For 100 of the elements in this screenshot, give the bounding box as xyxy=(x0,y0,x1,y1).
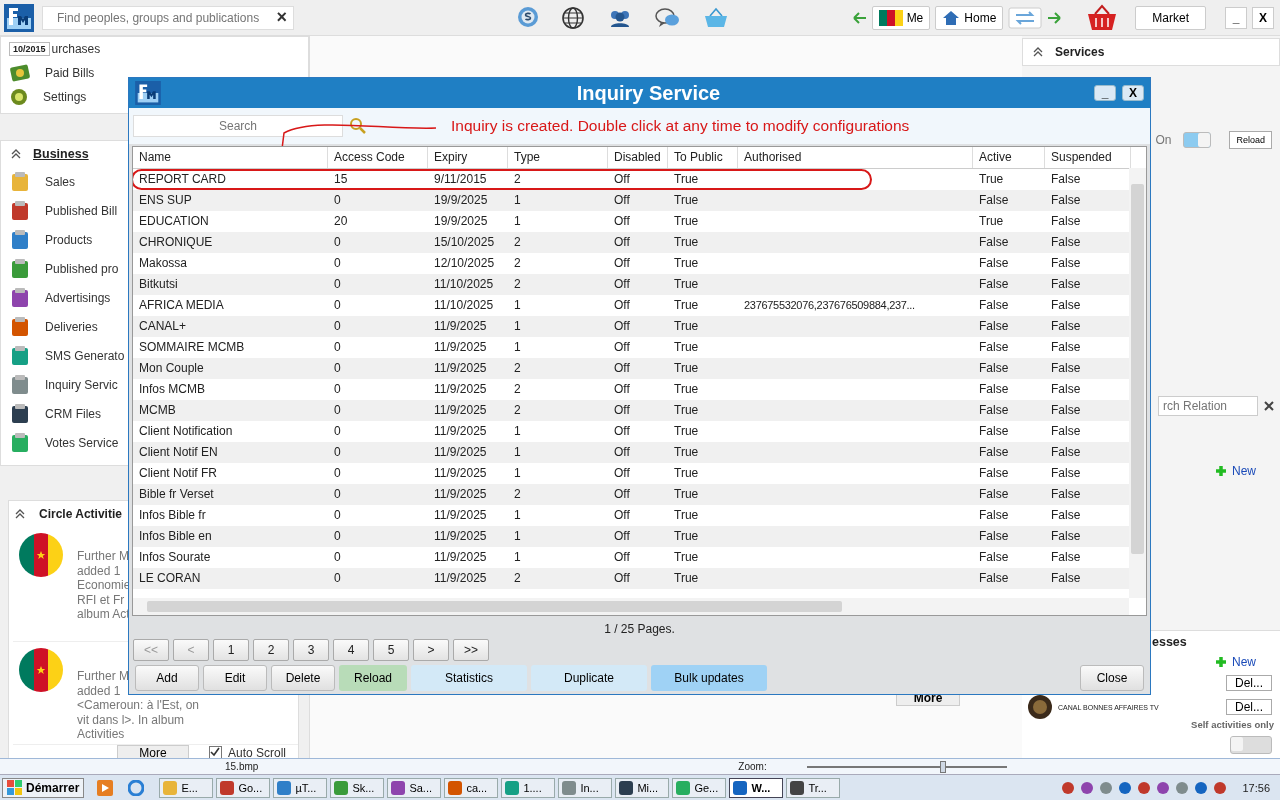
menu-item[interactable]: Published Bill xyxy=(45,203,118,218)
clear-button[interactable]: × xyxy=(276,7,287,28)
column-header[interactable]: Disabled xyxy=(608,147,668,168)
search-field[interactable]: rch Relation xyxy=(1158,396,1258,416)
reload-button[interactable]: Reload xyxy=(1229,131,1272,149)
basket-icon[interactable] xyxy=(703,6,729,29)
tray-icon[interactable] xyxy=(1194,780,1209,795)
menu-item[interactable]: Sales xyxy=(45,174,76,189)
tray-icon[interactable] xyxy=(1156,780,1171,795)
page-button[interactable]: 4 xyxy=(333,639,369,661)
taskbar-button[interactable]: E... xyxy=(159,777,214,798)
minimize-button[interactable]: _ xyxy=(1094,85,1116,101)
tray-icon[interactable] xyxy=(1175,780,1190,795)
profile-button[interactable]: Me xyxy=(871,5,931,30)
search-field[interactable]: Find peoples, groups and publications × xyxy=(42,5,294,30)
page-button[interactable]: 1 xyxy=(213,639,249,661)
action-button[interactable]: Reload xyxy=(339,665,407,691)
column-header[interactable]: Type xyxy=(508,147,608,168)
page-button[interactable]: 5 xyxy=(373,639,409,661)
market-button[interactable]: Market xyxy=(1135,5,1206,30)
tray-icon[interactable] xyxy=(1137,780,1152,795)
tray-icon[interactable] xyxy=(1099,780,1114,795)
page-button[interactable]: >> xyxy=(453,639,489,661)
toggle-switch[interactable] xyxy=(1230,736,1272,754)
menu-item[interactable]: CRM Files xyxy=(45,406,101,421)
menu-item[interactable]: Settings xyxy=(43,90,87,104)
column-header[interactable]: Access Code xyxy=(328,147,428,168)
chat-icon[interactable] xyxy=(655,6,681,29)
clear-icon[interactable] xyxy=(1264,401,1274,411)
close-button[interactable]: X xyxy=(1122,85,1144,101)
basket-icon[interactable] xyxy=(1086,3,1119,32)
remove-button[interactable]: Del... xyxy=(1226,675,1272,691)
new-link[interactable]: New xyxy=(1215,464,1256,478)
column-header[interactable]: Authorised xyxy=(738,147,973,168)
toggle-switch[interactable] xyxy=(1183,132,1212,148)
taskbar-button[interactable]: ca... xyxy=(444,777,499,798)
collapse-icon[interactable] xyxy=(15,509,25,519)
home-button[interactable]: Home xyxy=(935,5,1004,30)
new-link[interactable]: New xyxy=(1215,655,1256,669)
menu-item[interactable]: urchases xyxy=(51,42,101,56)
action-button[interactable]: Duplicate xyxy=(531,665,647,691)
menu-item[interactable]: Advertisings xyxy=(45,290,111,305)
forward-arrow-icon[interactable] xyxy=(1047,11,1062,24)
taskbar-button[interactable]: Go... xyxy=(216,777,271,798)
menu-item[interactable]: Paid Bills xyxy=(45,66,95,80)
remove-button[interactable]: Del... xyxy=(1226,699,1272,715)
taskbar-button[interactable]: 1.... xyxy=(501,777,556,798)
table-cell-text: True xyxy=(673,234,700,251)
horizontal-scrollbar[interactable] xyxy=(133,598,1129,615)
taskbar-button[interactable]: Sk... xyxy=(330,777,385,798)
vertical-scrollbar[interactable] xyxy=(1129,168,1146,598)
taskbar-button[interactable]: W... xyxy=(729,777,784,798)
taskbar-button[interactable]: µT... xyxy=(273,777,328,798)
sync-icon[interactable] xyxy=(1008,6,1043,29)
taskbar-button[interactable]: Mi... xyxy=(615,777,670,798)
column-header[interactable]: Expiry xyxy=(428,147,508,168)
action-button[interactable]: Add xyxy=(135,665,199,691)
checkbox[interactable] xyxy=(209,746,222,758)
column-header[interactable]: To Public xyxy=(668,147,738,168)
action-button[interactable]: Delete xyxy=(271,665,335,691)
tray-icon[interactable] xyxy=(1080,780,1095,795)
tray-icon[interactable] xyxy=(1118,780,1133,795)
collapse-icon[interactable] xyxy=(1033,47,1043,57)
collapse-icon[interactable] xyxy=(11,149,21,159)
menu-item[interactable]: Inquiry Servic xyxy=(45,377,118,392)
activity-text-line: Activities xyxy=(77,727,125,742)
action-button[interactable]: Statistics xyxy=(411,665,527,691)
menu-item[interactable]: Deliveries xyxy=(45,319,98,334)
taskbar-button[interactable]: Ge... xyxy=(672,777,727,798)
start-button[interactable]: Démarrer xyxy=(2,777,85,798)
taskbar-button[interactable]: In... xyxy=(558,777,613,798)
slider-thumb[interactable] xyxy=(939,760,946,773)
tray-icon[interactable] xyxy=(1061,780,1076,795)
search-icon[interactable] xyxy=(349,117,367,135)
column-header[interactable]: Name xyxy=(133,147,328,168)
action-button[interactable]: Bulk updates xyxy=(651,665,767,691)
minimize-button[interactable]: _ xyxy=(1225,6,1247,29)
page-button[interactable]: > xyxy=(413,639,449,661)
action-button[interactable]: Edit xyxy=(203,665,267,691)
tray-icon[interactable] xyxy=(1213,780,1228,795)
app-logo-icon[interactable] xyxy=(4,3,34,32)
section-title[interactable]: Business xyxy=(33,147,89,161)
page-button[interactable]: 3 xyxy=(293,639,329,661)
close-button[interactable]: Close xyxy=(1080,665,1144,691)
menu-item[interactable]: Published pro xyxy=(45,261,119,276)
menu-item[interactable]: SMS Generato xyxy=(45,348,125,363)
menu-item[interactable]: Products xyxy=(45,232,93,247)
coin-icon[interactable] xyxy=(517,5,539,30)
media-player-icon[interactable] xyxy=(97,779,114,796)
column-header[interactable]: Active xyxy=(973,147,1045,168)
globe-icon[interactable] xyxy=(561,5,585,30)
search-field[interactable]: Search xyxy=(133,115,343,137)
page-button[interactable]: 2 xyxy=(253,639,289,661)
taskbar-button[interactable]: Tr... xyxy=(786,777,841,798)
close-button[interactable]: X xyxy=(1252,6,1274,29)
table-cell-text: 237675532076,237676509884,237... xyxy=(743,298,916,313)
menu-item[interactable]: Votes Service xyxy=(45,435,119,450)
browser-icon[interactable] xyxy=(128,779,145,796)
taskbar-button[interactable]: Sa... xyxy=(387,777,442,798)
back-arrow-icon[interactable] xyxy=(852,11,867,24)
